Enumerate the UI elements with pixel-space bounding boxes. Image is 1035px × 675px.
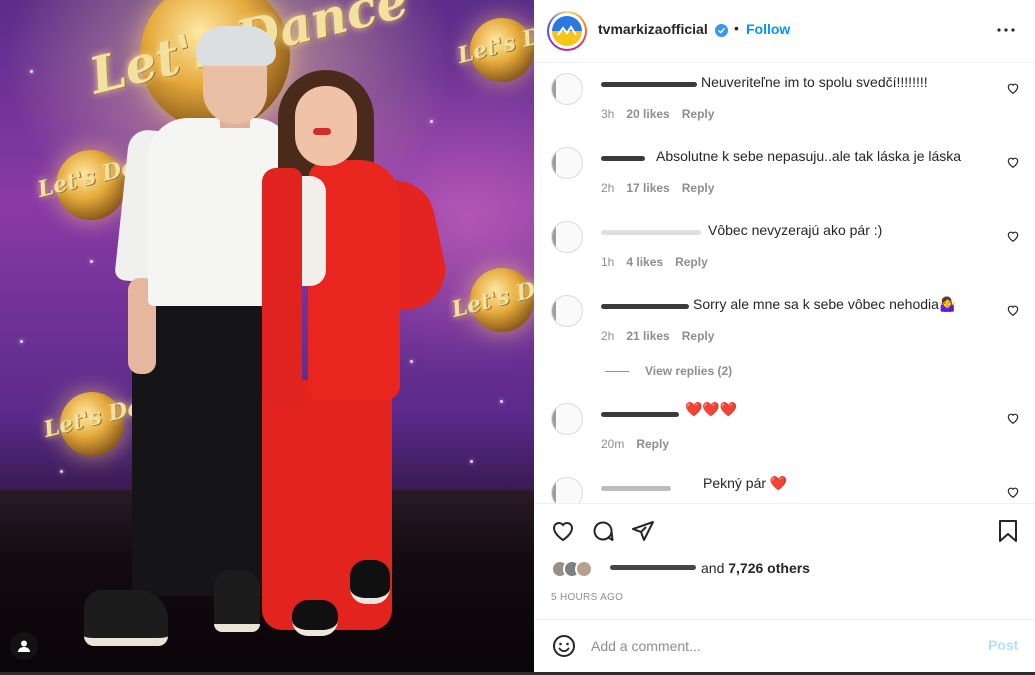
sparkle [410,360,413,363]
view-replies-label: View replies (2) [645,364,733,378]
post-comment-button[interactable]: Post [988,637,1018,653]
comment-time: 1h [601,255,615,269]
comment-text: Absolutne k sebe nepasuju..ale tak láska… [656,148,962,164]
heart-icon[interactable] [1006,411,1020,425]
comment-meta: 2h 17 likes Reply [601,181,714,195]
heart-icon[interactable] [1006,155,1020,169]
comment-text: ❤️❤️❤️ [685,401,738,417]
comment-text: Vôbec nevyzerajú ako pár :) [708,222,883,238]
commenter-username[interactable] [601,297,689,313]
sparkle [430,120,433,123]
comment-time: 20m [601,437,625,451]
reply-button[interactable]: Reply [682,329,715,343]
more-options-icon[interactable] [994,18,1018,42]
post-header: tvmarkizaofficial • Follow [534,0,1035,63]
follow-button[interactable]: Follow [746,21,790,37]
commenter-avatar[interactable] [551,403,583,435]
reply-button[interactable]: Reply [682,107,715,121]
comment-text: Pekný pár ❤️ [703,475,788,491]
comment-time: 3h [601,107,615,121]
sparkle [30,70,33,73]
heart-icon [552,522,574,542]
woman-head [295,86,357,166]
bookmark-icon [999,520,1017,542]
actions-divider [534,503,1035,504]
reply-button[interactable]: Reply [636,437,669,451]
view-replies-button[interactable]: View replies (2) [605,364,732,378]
commenter-avatar[interactable] [551,147,583,179]
comment-likes[interactable]: 20 likes [626,107,669,121]
liked-by-text[interactable]: and 7,726 others [701,560,810,576]
commenter-username[interactable] [601,223,701,239]
commenter-username[interactable] [601,405,679,421]
account-username[interactable]: tvmarkizaofficial [598,21,708,37]
sparkle [60,470,63,473]
commenter-username[interactable] [601,75,697,91]
markiza-logo-icon [552,16,582,46]
comment-meta: 3h 20 likes Reply [601,107,714,121]
share-button[interactable] [630,518,656,544]
comment-meta: 1h 4 likes Reply [601,255,708,269]
add-comment-input[interactable] [591,635,971,657]
liked-by-avatars[interactable] [551,558,593,580]
post-details-panel: tvmarkizaofficial • Follow Neuveriteľne … [534,0,1035,672]
comment-likes[interactable]: 17 likes [626,181,669,195]
emoji-button[interactable] [551,633,577,659]
commenter-avatar[interactable] [551,295,583,327]
comment-button[interactable] [590,518,616,544]
commenter-avatar[interactable] [551,73,583,105]
commenter-username[interactable] [601,149,645,165]
liked-by-count[interactable]: 7,726 others [728,560,810,576]
account-avatar[interactable] [547,11,587,51]
sparkle [500,400,503,403]
comment-time: 2h [601,181,615,195]
post-photo[interactable]: Let's Dance Let's Dance Let's Dance Let'… [0,0,534,672]
paper-plane-icon [632,521,654,541]
post-timestamp[interactable]: 5 HOURS AGO [551,592,623,603]
emoji-smile-icon [553,635,575,657]
man-shoe [214,570,260,632]
sparkle [90,260,93,263]
comment-bubble-icon [593,521,614,541]
liker-avatar [575,560,593,578]
commenter-avatar[interactable] [551,221,583,253]
comments-list[interactable]: Neuveriteľne im to spolu svedčí!!!!!!!! … [534,63,1035,503]
heart-icon[interactable] [1006,229,1020,243]
man-hair [196,26,276,66]
liked-by-prefix: and [701,560,725,576]
comment-likes[interactable]: 4 likes [626,255,663,269]
separator-dot: • [734,20,739,36]
commenter-username[interactable] [601,479,671,495]
verified-badge-icon [715,24,728,37]
replies-divider-line [605,370,629,372]
add-comment-divider [534,619,1035,620]
comment-text: Sorry ale mne sa k sebe vôbec nehodia🤷‍♀… [693,296,957,312]
heart-icon[interactable] [1006,485,1020,499]
woman-shoe [350,560,390,604]
comment-time: 2h [601,329,615,343]
comment-text: Neuveriteľne im to spolu svedčí!!!!!!!! [701,74,928,90]
user-tag-icon[interactable] [10,632,38,660]
liker-username-redacted [610,565,696,570]
woman-lips [313,128,331,135]
comment-likes[interactable]: 21 likes [626,329,669,343]
reply-button[interactable]: Reply [675,255,708,269]
woman-shoe [292,600,338,636]
sparkle [20,340,23,343]
reply-button[interactable]: Reply [682,181,715,195]
heart-icon[interactable] [1006,303,1020,317]
commenter-avatar[interactable] [551,477,583,503]
man-shoe [84,590,168,646]
comment-meta: 2h 21 likes Reply [601,329,714,343]
save-button[interactable] [995,518,1021,544]
sparkle [470,460,473,463]
like-button[interactable] [550,518,576,544]
comment-meta: 20m Reply [601,437,669,451]
woman-jacket [262,168,302,408]
heart-icon[interactable] [1006,81,1020,95]
